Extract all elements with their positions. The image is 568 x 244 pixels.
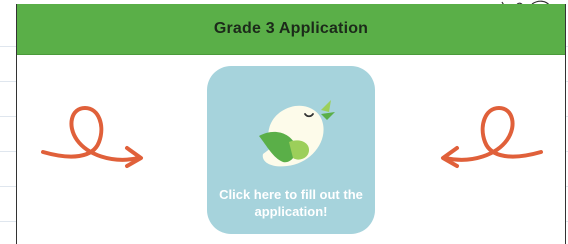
card-header: Grade 3 Application <box>17 4 565 55</box>
cta-line-1[interactable]: Click here to fill out the <box>215 186 367 203</box>
bird-icon <box>259 100 335 167</box>
swirl-arrow-right-icon <box>41 105 143 168</box>
cta-text[interactable]: Click here to fill out the application! <box>215 186 367 220</box>
fill-application-button[interactable]: Click here to fill out the application! <box>207 66 375 234</box>
cta-line-2[interactable]: application! <box>215 203 367 220</box>
page-title: Grade 3 Application <box>213 20 369 37</box>
swirl-arrow-left-icon <box>441 105 543 168</box>
application-card: Grade 3 Application Click here to fill o… <box>16 4 566 244</box>
